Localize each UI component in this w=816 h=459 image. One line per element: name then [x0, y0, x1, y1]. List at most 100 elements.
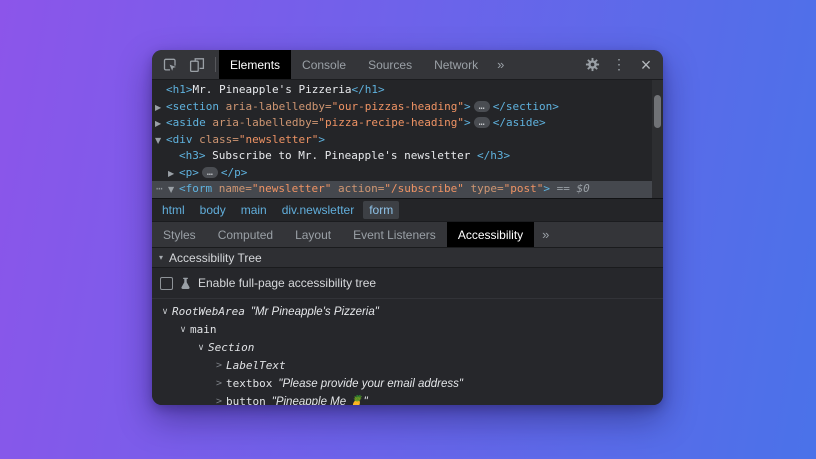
section-title: Accessibility Tree [169, 251, 262, 265]
code-token-tag: </h3> [477, 149, 510, 162]
elements-tree-row[interactable]: <h1>Mr. Pineapple's Pizzeria</h1> [152, 82, 663, 99]
ax-tree-row[interactable]: >LabelText [152, 357, 663, 375]
ax-tree-row[interactable]: ∨Section [152, 339, 663, 357]
code-token-tag: > [464, 100, 471, 113]
chevron-down-icon[interactable]: ∨ [158, 303, 172, 321]
scrollbar-track[interactable] [652, 80, 663, 198]
expand-arrow-icon[interactable]: ▼ [168, 182, 179, 198]
code-token-attr: action= [331, 182, 384, 195]
code-token-tag: <h3> [179, 149, 206, 162]
tab-network[interactable]: Network [423, 50, 489, 79]
tab-sources[interactable]: Sources [357, 50, 423, 79]
expand-arrow-icon[interactable]: ▼ [155, 133, 166, 150]
expand-inline-dots-icon[interactable]: … [202, 167, 218, 178]
enable-fullpage-ax-row: Enable full-page accessibility tree [152, 273, 663, 299]
more-tabs-chevron-icon[interactable]: » [534, 222, 557, 247]
tab-event-listeners[interactable]: Event Listeners [342, 222, 447, 247]
row-overflow-dots-icon: ⋯ [156, 181, 163, 198]
code-token-tag: <aside [166, 116, 206, 129]
ax-role: RootWebArea [172, 303, 245, 321]
elements-tree-row[interactable]: ▼<div class="newsletter"> [152, 132, 663, 149]
accessibility-pane: Enable full-page accessibility tree ∨Roo… [152, 268, 663, 405]
ax-role: button [226, 393, 266, 405]
checkbox-label: Enable full-page accessibility tree [198, 276, 376, 290]
expand-inline-dots-icon[interactable]: … [474, 101, 490, 112]
ax-role: Section [208, 339, 254, 357]
close-icon[interactable]: × [634, 53, 658, 77]
sidebar-tabs: StylesComputedLayoutEvent ListenersAcces… [152, 221, 663, 247]
breadcrumb-item-html[interactable]: html [156, 201, 191, 219]
chevron-right-icon[interactable]: > [212, 357, 226, 375]
inspect-element-icon[interactable] [158, 53, 182, 77]
code-token-tag: > [318, 133, 325, 146]
code-token-tag: <p> [179, 166, 199, 179]
breadcrumb-item-div-newsletter[interactable]: div.newsletter [276, 201, 360, 219]
device-toolbar-icon[interactable] [185, 53, 209, 77]
code-token-tag: > [464, 116, 471, 129]
ax-tree-row[interactable]: ∨main [152, 321, 663, 339]
code-token-tag: </h1> [351, 83, 384, 96]
ax-name: "Pineapple Me 🍍" [272, 393, 368, 405]
expand-inline-dots-icon[interactable]: … [474, 117, 490, 128]
chevron-down-icon[interactable]: ∨ [194, 339, 208, 357]
elements-tree-panel: <h1>Mr. Pineapple's Pizzeria</h1>▶<secti… [152, 80, 663, 198]
code-token-val: "/subscribe" [384, 182, 463, 195]
toolbar-divider [215, 57, 216, 72]
elements-tree-row[interactable]: ⋯ ▼<form name="newsletter" action="/subsc… [152, 181, 663, 198]
toolbar-tabs: ElementsConsoleSourcesNetwork» [219, 50, 512, 79]
elements-tree-row[interactable]: ▶<aside aria-labelledby="pizza-recipe-he… [152, 115, 663, 132]
breadcrumb-item-form[interactable]: form [363, 201, 399, 219]
devtools-window: ElementsConsoleSourcesNetwork» ⋮ × [152, 50, 663, 405]
code-token-val: "pizza-recipe-heading" [318, 116, 464, 129]
tab-styles[interactable]: Styles [152, 222, 207, 247]
collapse-arrow-icon[interactable]: ▶ [155, 100, 166, 117]
breadcrumb-item-body[interactable]: body [194, 201, 232, 219]
collapse-arrow-icon[interactable]: ▶ [155, 116, 166, 133]
tab-console[interactable]: Console [291, 50, 357, 79]
chevron-down-icon[interactable]: ∨ [176, 321, 190, 339]
breadcrumb-item-main[interactable]: main [235, 201, 273, 219]
code-token-eq: == [550, 182, 577, 195]
tab-elements[interactable]: Elements [219, 50, 291, 79]
ax-tree-row[interactable]: >button "Pineapple Me 🍍" [152, 393, 663, 405]
elements-tree-row[interactable]: ▶<p>…</p> [152, 165, 663, 182]
code-token-attr: aria-labelledby= [219, 100, 332, 113]
accessibility-tree-section-header[interactable]: ▾ Accessibility Tree [152, 247, 663, 268]
code-token-val: "post" [504, 182, 544, 195]
collapse-arrow-icon[interactable]: ▶ [168, 166, 179, 183]
code-token-tag: <div [166, 133, 193, 146]
elements-rows: <h1>Mr. Pineapple's Pizzeria</h1>▶<secti… [152, 82, 663, 198]
code-token-tag: </aside> [493, 116, 546, 129]
tab-layout[interactable]: Layout [284, 222, 342, 247]
code-token-attr: name= [212, 182, 252, 195]
chevron-right-icon[interactable]: > [212, 393, 226, 405]
code-token-attr: aria-labelledby= [206, 116, 319, 129]
elements-tree-row[interactable]: <h3> Subscribe to Mr. Pineapple's newsle… [152, 148, 663, 165]
toolbar-left-icons [152, 50, 212, 79]
tab-computed[interactable]: Computed [207, 222, 284, 247]
gear-icon[interactable] [580, 53, 604, 77]
code-token-tag: <section [166, 100, 219, 113]
code-token-val: "our-pizzas-heading" [332, 100, 464, 113]
code-token-tag: <form [179, 182, 212, 195]
more-tabs-chevron-icon[interactable]: » [489, 50, 512, 79]
toolbar-right-icons: ⋮ × [570, 50, 663, 79]
code-token-text: Mr. Pineapple's Pizzeria [193, 83, 352, 96]
breadcrumb: htmlbodymaindiv.newsletterform [152, 198, 663, 221]
code-token-dollar: $0 [576, 182, 589, 195]
enable-fullpage-ax-tree-checkbox[interactable] [160, 277, 173, 290]
chevron-right-icon[interactable]: > [212, 375, 226, 393]
code-token-tag: > [543, 182, 550, 195]
ax-tree-row[interactable]: ∨RootWebArea"Mr Pineapple's Pizzeria" [152, 303, 663, 321]
section-expand-triangle-icon: ▾ [159, 253, 163, 262]
elements-tree-row[interactable]: ▶<section aria-labelledby="our-pizzas-he… [152, 99, 663, 116]
experiment-flask-icon [179, 277, 192, 290]
ax-tree-row[interactable]: >textbox"Please provide your email addre… [152, 375, 663, 393]
code-token-tag: </p> [221, 166, 248, 179]
accessibility-tree: ∨RootWebArea"Mr Pineapple's Pizzeria"∨ma… [152, 299, 663, 405]
ax-name: "Please provide your email address" [278, 375, 463, 393]
tab-accessibility[interactable]: Accessibility [447, 222, 534, 247]
kebab-menu-icon[interactable]: ⋮ [607, 53, 631, 77]
scrollbar-thumb[interactable] [654, 95, 661, 128]
code-token-val: "newsletter" [252, 182, 331, 195]
